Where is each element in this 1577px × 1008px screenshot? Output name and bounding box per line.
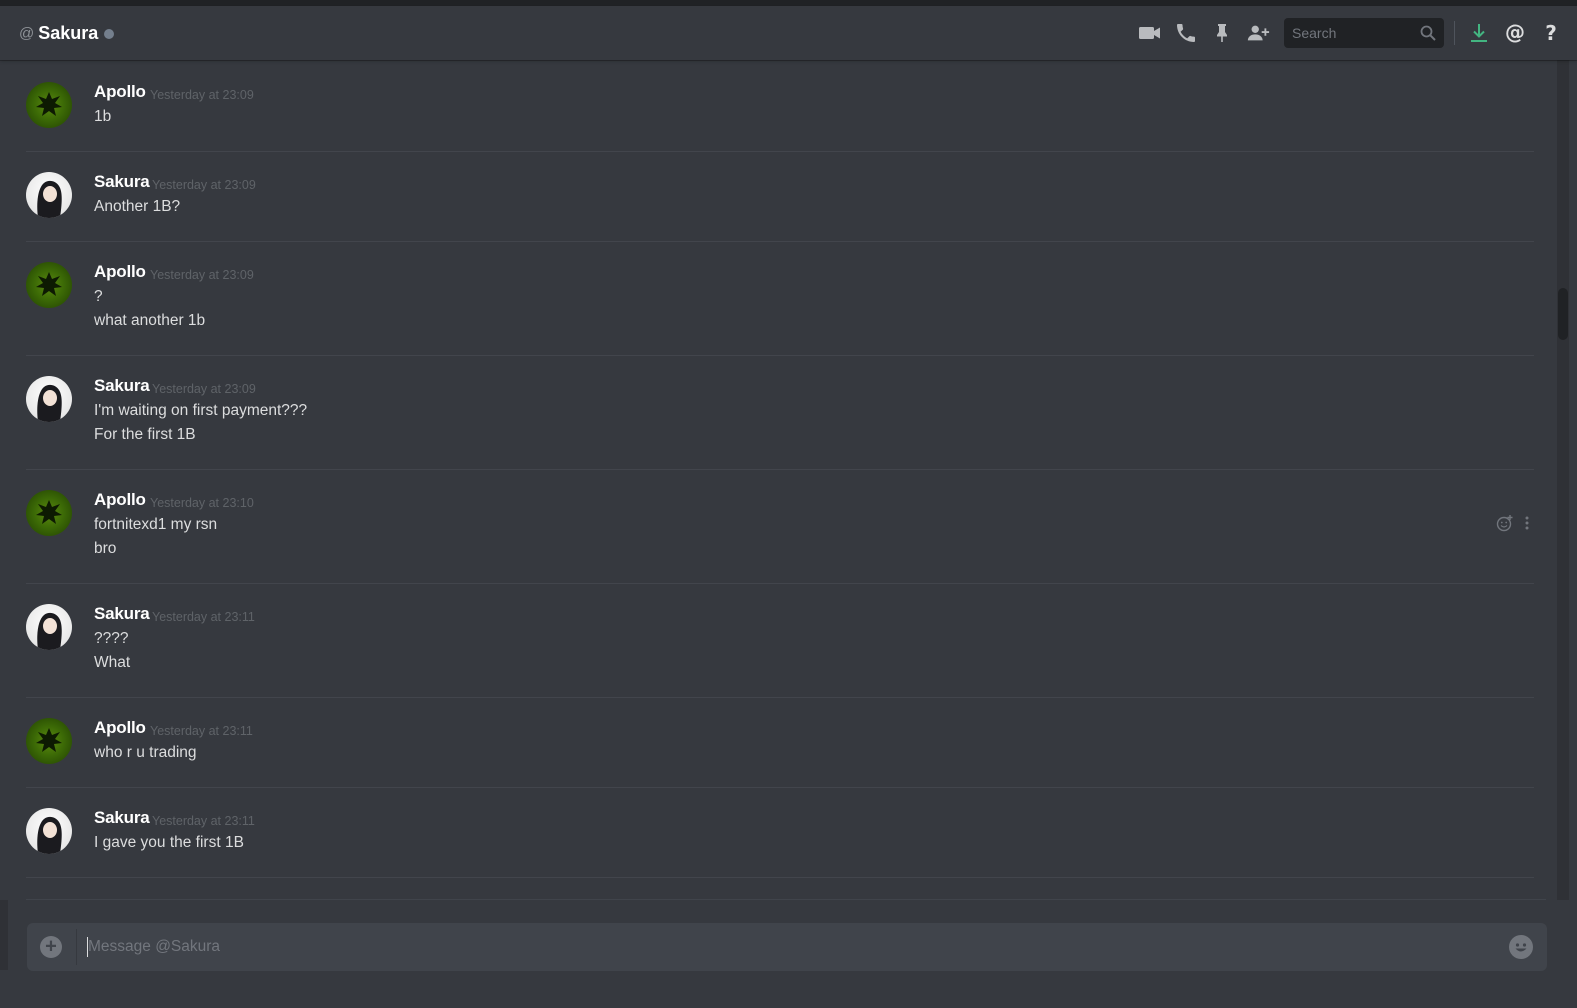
scrollbar-thumb[interactable] [1558,288,1568,340]
apollo-emblem-icon [36,728,62,752]
channel-header: @ Sakura Search @ ? [0,6,1577,60]
page-title: Sakura [38,22,99,43]
mention-icon: @ [1505,21,1525,44]
message-author[interactable]: Apollo [94,262,146,282]
message-group: Apollo Yesterday at 23:11 who r u tradin… [26,698,1534,788]
message-text: who r u trading [94,744,197,761]
message-text: ? [94,288,103,305]
message-group: Sakura Yesterday at 23:11 ???? What [26,584,1534,698]
message-timestamp: Yesterday at 23:11 [152,610,255,624]
add-friend-icon [1247,25,1270,41]
help-icon: ? [1545,21,1557,45]
avatar[interactable] [26,172,72,218]
add-reaction-icon[interactable] [1496,514,1514,532]
message-text: What [94,654,131,671]
voice-call-button[interactable] [1174,21,1198,45]
message-actions [1496,514,1534,532]
message-text: fortnitexd1 my rsn [94,516,218,533]
composer-separator [76,929,77,965]
message-author[interactable]: Sakura [94,172,150,192]
message-timestamp: Yesterday at 23:09 [150,88,254,102]
message-timestamp: Yesterday at 23:11 [150,724,253,738]
search-icon [1420,25,1436,41]
message-timestamp: Yesterday at 23:09 [152,382,256,396]
avatar[interactable] [26,376,72,422]
header-divider [1454,21,1455,45]
message-text: I'm waiting on first payment??? [94,402,308,419]
voice-call-icon [1177,24,1195,42]
message-group: Sakura Yesterday at 23:11 I gave you the… [26,788,1534,878]
svg-text:@: @ [1505,21,1525,44]
message-composer: + [27,923,1547,971]
sakura-portrait-icon [37,384,62,422]
avatar[interactable] [26,490,72,536]
composer-divider [26,899,1546,900]
message-text: what another 1b [94,312,206,329]
pin-icon [1217,24,1227,42]
search-placeholder: Search [1292,25,1337,41]
help-button[interactable]: ? [1539,21,1563,45]
plus-icon: + [45,935,57,958]
sidebar-edge [0,900,8,970]
pinned-messages-button[interactable] [1210,21,1234,45]
message-author[interactable]: Apollo [94,82,146,102]
text-caret [87,937,88,957]
avatar[interactable] [26,718,72,764]
status-indicator [104,29,115,39]
message-timestamp: Yesterday at 23:11 [152,814,255,828]
search-box[interactable]: Search [1284,18,1444,48]
avatar[interactable] [26,808,72,854]
more-options-icon[interactable] [1520,514,1534,532]
message-timestamp: Yesterday at 23:09 [150,268,254,282]
message-author[interactable]: Sakura [94,376,150,396]
message-text: Another 1B? [94,198,181,215]
message-text: 1b [94,108,112,125]
message-author[interactable]: Apollo [94,718,146,738]
message-text: ???? [94,630,129,647]
apollo-emblem-icon [36,500,62,524]
message-author[interactable]: Sakura [94,808,150,828]
sakura-portrait-icon [37,612,62,650]
header-toolbar: Search @ ? [1126,6,1577,60]
apollo-emblem-icon [36,272,62,296]
message-text: I gave you the first 1B [94,834,244,851]
avatar[interactable] [26,262,72,308]
message-text: For the first 1B [94,426,196,443]
avatar[interactable] [26,82,72,128]
video-call-icon [1139,27,1160,39]
download-icon [1471,24,1487,42]
message-author[interactable]: Apollo [94,490,146,510]
message-list[interactable]: Apollo Yesterday at 23:09 1b Sakura Yest… [0,60,1557,900]
scrollbar-track[interactable] [1557,60,1569,900]
message-group: Sakura Yesterday at 23:09 I'm waiting on… [26,356,1534,470]
upload-button[interactable]: + [40,936,62,958]
at-symbol: @ [19,24,35,42]
emoji-icon [1515,943,1527,952]
message-timestamp: Yesterday at 23:09 [152,178,256,192]
message-author[interactable]: Sakura [94,604,150,624]
apollo-emblem-icon [36,92,62,116]
download-apps-button[interactable] [1467,21,1491,45]
message-input[interactable] [88,932,1488,962]
message-text: bro [94,540,117,557]
sakura-portrait-icon [37,180,62,218]
message-timestamp: Yesterday at 23:10 [150,496,254,510]
sakura-portrait-icon [37,816,62,854]
message-group: Apollo Yesterday at 23:09 ? what another… [26,242,1534,356]
message-group: Apollo Yesterday at 23:10 fortnitexd1 my… [26,470,1534,584]
svg-text:?: ? [1545,21,1557,45]
add-friend-button[interactable] [1246,21,1270,45]
emoji-button[interactable] [1509,935,1533,959]
mentions-button[interactable]: @ [1503,21,1527,45]
video-call-button[interactable] [1138,21,1162,45]
message-group: Sakura Yesterday at 23:09 Another 1B? [26,152,1534,242]
avatar[interactable] [26,604,72,650]
message-group: Apollo Yesterday at 23:09 1b [26,70,1534,152]
